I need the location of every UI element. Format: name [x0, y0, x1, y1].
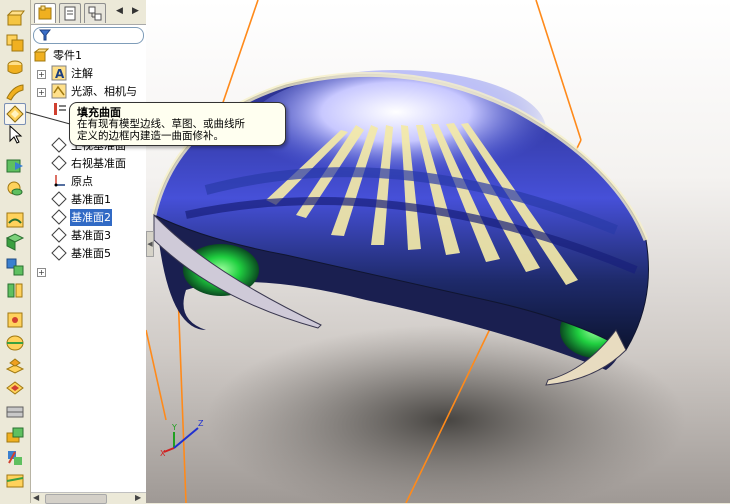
model-render: X Y Z [146, 0, 686, 503]
pointer-icon[interactable] [5, 124, 25, 144]
scroll-left-arrow-icon[interactable]: ◀ [33, 493, 39, 502]
tree-item-feature[interactable]: + [31, 263, 146, 280]
svg-text:Y: Y [171, 423, 177, 432]
tree-root-label: 零件1 [53, 49, 82, 62]
surfaces-toolbar [0, 0, 31, 503]
plane-icon [51, 137, 67, 153]
part-icon [33, 47, 50, 63]
tab-scroll-right-button[interactable]: ▶ [129, 4, 142, 19]
tree-item-label: 基准面5 [71, 247, 111, 260]
revolve-surface-icon[interactable] [5, 33, 25, 53]
graphics-viewport[interactable]: X Y Z [146, 0, 730, 503]
fillet-icon[interactable] [5, 310, 25, 330]
axis-triad: X Y Z [160, 419, 204, 458]
replace-face-icon[interactable] [5, 378, 25, 398]
delete-face-icon[interactable] [5, 355, 25, 375]
panel-tabs: ◀ ▶ [31, 0, 146, 25]
scroll-right-arrow-icon[interactable]: ▶ [135, 493, 141, 502]
expand-toggle[interactable]: + [37, 88, 46, 97]
move-copy-icon[interactable] [5, 448, 25, 468]
mid-surface-icon[interactable] [5, 333, 25, 353]
tab-property-manager[interactable] [59, 3, 81, 23]
panel-horizontal-scrollbar[interactable]: ◀ ▶ [31, 492, 146, 504]
tooltip-line-2: 定义的边框内建造一曲面修补。 [77, 130, 224, 142]
tree-filter-input[interactable] [33, 27, 144, 44]
tree-item-label: 原点 [71, 175, 93, 188]
redacted-label [51, 266, 111, 278]
svg-text:Z: Z [198, 419, 204, 428]
tree-item-plane1[interactable]: 基准面1 [31, 191, 146, 208]
extrude-surface-icon[interactable] [5, 8, 25, 28]
tree-item-annotations[interactable]: + A 注解 [31, 65, 146, 82]
tab-scroll-left-button[interactable]: ◀ [113, 4, 126, 19]
tooltip-description: 在有现有模型边线、草图、或曲线所 定义的边框内建造一曲面修补。 [77, 118, 282, 142]
plane-icon [51, 227, 67, 243]
cut-with-surface-icon[interactable] [5, 470, 25, 490]
svg-text:X: X [160, 449, 166, 458]
annotation-icon: A [51, 65, 67, 81]
sweep-surface-icon[interactable] [5, 57, 25, 77]
thicken-icon[interactable] [5, 425, 25, 445]
trim-surface-icon[interactable] [5, 280, 25, 300]
plane-icon [51, 245, 67, 261]
origin-icon [51, 173, 67, 189]
plane-icon [51, 209, 67, 225]
ruled-surface-icon[interactable] [5, 402, 25, 422]
expand-toggle[interactable]: + [37, 268, 46, 277]
tree-item-label: 基准面1 [71, 193, 111, 206]
command-tooltip: 填充曲面 在有现有模型边线、草图、或曲线所 定义的边框内建造一曲面修补。 [69, 102, 286, 146]
extend-surface-icon[interactable] [5, 257, 25, 277]
tree-item-plane5[interactable]: 基准面5 [31, 245, 146, 262]
tree-item-label-selected: 基准面2 [70, 209, 112, 226]
lights-cameras-icon [51, 83, 67, 99]
tree-item-label: 右视基准面 [71, 157, 126, 170]
tree-root-part[interactable]: 零件1 [31, 47, 146, 64]
feature-manager-panel: ◀ ▶ 零件1 + A 注解 + 光源、相机与 右视基准面 原点 基准面1 基准… [31, 0, 147, 504]
svg-text:A: A [55, 67, 65, 81]
tree-item-right-plane[interactable]: 右视基准面 [31, 155, 146, 172]
fill-surface-icon[interactable] [4, 103, 26, 125]
tooltip-pointer [25, 111, 71, 125]
loft-surface-icon[interactable] [5, 82, 25, 102]
knit-surface-icon[interactable] [5, 232, 25, 252]
tree-item-label: 光源、相机与 [71, 85, 137, 98]
tree-item-label: 基准面3 [71, 229, 111, 242]
tree-item-origin[interactable]: 原点 [31, 173, 146, 190]
panel-collapse-handle[interactable]: ◀ [146, 231, 154, 257]
radiate-surface-icon[interactable] [5, 178, 25, 198]
tab-configuration-manager[interactable] [84, 3, 106, 23]
filter-icon [38, 29, 52, 44]
expand-toggle[interactable]: + [37, 70, 46, 79]
plane-icon [51, 155, 67, 171]
offset-surface-icon[interactable] [5, 156, 25, 176]
tree-item-label: 注解 [71, 67, 93, 80]
tooltip-line-1: 在有现有模型边线、草图、或曲线所 [77, 118, 245, 130]
tree-item-plane2[interactable]: 基准面2 [31, 209, 146, 226]
planar-surface-icon[interactable] [5, 210, 25, 230]
tree-item-plane3[interactable]: 基准面3 [31, 227, 146, 244]
plane-icon [51, 191, 67, 207]
tree-item-lights-cameras[interactable]: + 光源、相机与 [31, 83, 146, 100]
tab-feature-manager[interactable] [34, 3, 56, 23]
